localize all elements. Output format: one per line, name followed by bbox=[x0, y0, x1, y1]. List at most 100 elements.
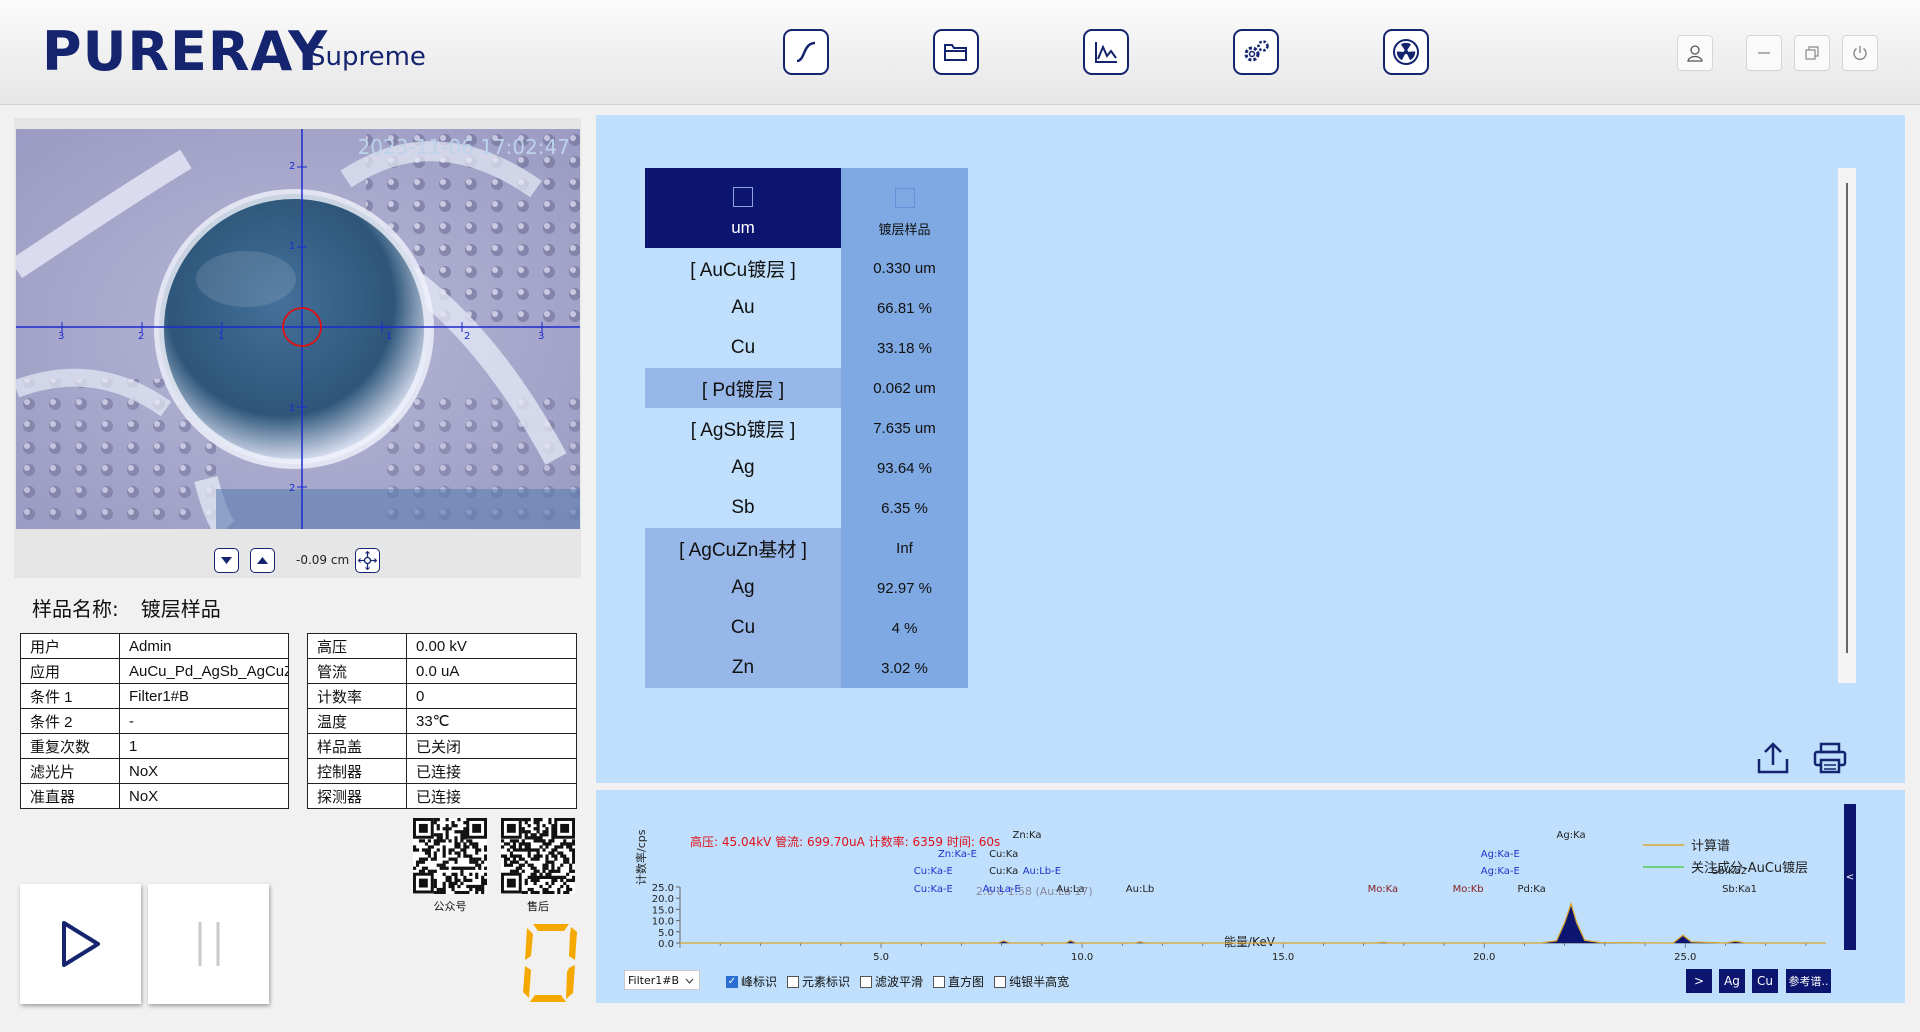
start-button[interactable] bbox=[20, 884, 141, 1004]
info-value: NoX bbox=[119, 758, 289, 784]
results-row[interactable]: [ AgSb镀层 ] 7.635 um bbox=[645, 408, 968, 448]
results-row[interactable]: Zn 3.02 % bbox=[645, 648, 968, 688]
svg-text:2: 2 bbox=[464, 331, 470, 342]
info-key: 用户 bbox=[20, 633, 120, 659]
camera-view[interactable]: 3 2 1 1 2 3 2 1 1 2 2023-11-06 17:02:47 bbox=[16, 129, 580, 529]
radiation-button[interactable] bbox=[1383, 29, 1429, 75]
checked-icon: ✓ bbox=[726, 975, 738, 988]
title-bar: PURERAY Supreme bbox=[0, 0, 1920, 105]
print-button[interactable] bbox=[1812, 741, 1848, 775]
power-button[interactable] bbox=[1842, 35, 1878, 71]
results-value: 92.97 % bbox=[841, 568, 968, 608]
results-row[interactable]: [ AuCu镀层 ] 0.330 um bbox=[645, 248, 968, 288]
option-checkbox[interactable]: 滤波平滑 bbox=[860, 973, 923, 990]
option-checkbox[interactable]: 元素标识 bbox=[787, 973, 850, 990]
info-row: 温度 33℃ bbox=[307, 708, 577, 734]
info-row: 样品盖 已关闭 bbox=[307, 733, 577, 759]
svg-text:1: 1 bbox=[289, 241, 295, 252]
info-value: 0.00 kV bbox=[406, 633, 577, 659]
export-icon bbox=[1757, 742, 1789, 774]
export-button[interactable] bbox=[1756, 741, 1790, 775]
move-up-button[interactable] bbox=[250, 548, 275, 573]
restore-button[interactable] bbox=[1794, 35, 1830, 71]
results-layer-label: Zn bbox=[645, 648, 841, 688]
info-row: 条件 2- bbox=[20, 708, 289, 734]
svg-text:1: 1 bbox=[386, 331, 392, 342]
select-all-checkbox[interactable] bbox=[733, 187, 753, 207]
option-checkbox[interactable]: 直方图 bbox=[933, 973, 984, 990]
user-button[interactable] bbox=[1677, 35, 1713, 71]
results-table: um 镀层样品 [ AuCu镀层 ] 0.330 um Au 66.81 % Cu 33.… bbox=[645, 168, 968, 688]
info-key: 温度 bbox=[307, 708, 407, 734]
info-row: 管流 0.0 uA bbox=[307, 658, 577, 684]
side-collapse-tab[interactable]: < bbox=[1844, 804, 1856, 950]
open-folder-button[interactable] bbox=[933, 29, 979, 75]
qr-image bbox=[413, 818, 488, 895]
filter-select-value: Filter1#B bbox=[628, 973, 680, 987]
results-value: 7.635 um bbox=[841, 408, 968, 448]
spectrum-icon bbox=[1095, 42, 1117, 63]
y-tick-label: 10.0 bbox=[652, 917, 674, 928]
spectrum-chart[interactable]: 计数率/cps 能量/KeV 高压: 45.04kV 管流: 699.70uA … bbox=[596, 790, 1905, 960]
option-checkbox[interactable]: 纯银半高宽 bbox=[994, 973, 1069, 990]
filter-select[interactable]: Filter1#B bbox=[624, 970, 700, 990]
option-label: 直方图 bbox=[948, 975, 985, 989]
info-value: Filter1#B bbox=[119, 683, 289, 709]
info-key: 探测器 bbox=[307, 783, 407, 809]
spectrum-x-label: 能量/KeV bbox=[1224, 935, 1276, 949]
peak-label: Mo:Ka bbox=[1368, 884, 1399, 895]
move-down-button[interactable] bbox=[214, 548, 239, 573]
unchecked-icon bbox=[933, 975, 946, 988]
results-row[interactable]: [ AgCuZn基材 ] Inf bbox=[645, 528, 968, 568]
results-layer-label: Ag bbox=[731, 457, 755, 478]
results-value: 66.81 % bbox=[841, 288, 968, 328]
results-row[interactable]: [ Pd镀层 ] 0.062 um bbox=[645, 368, 968, 408]
restore-icon bbox=[1805, 46, 1819, 60]
legend-label-focus: 关注成分-AuCu镀层 bbox=[1691, 860, 1808, 876]
curve-icon bbox=[796, 41, 816, 63]
print-icon bbox=[1813, 742, 1847, 774]
center-button[interactable] bbox=[355, 548, 380, 573]
info-row: 重复次数 1 bbox=[20, 733, 289, 759]
peak-label: Au:Lb bbox=[1126, 884, 1154, 895]
info-value: 0.0 uA bbox=[406, 658, 577, 684]
y-tick-label: 5.0 bbox=[658, 928, 674, 939]
results-row[interactable]: Cu 4 % bbox=[645, 608, 968, 648]
spectrum-button[interactable] bbox=[1083, 29, 1129, 75]
results-row[interactable]: Sb 6.35 % bbox=[645, 488, 968, 528]
info-value: 已关闭 bbox=[406, 733, 577, 759]
x-tick-label: 5.0 bbox=[873, 952, 889, 960]
results-row[interactable]: Au 66.81 % bbox=[645, 288, 968, 328]
settings-button[interactable] bbox=[1233, 29, 1279, 75]
next-button[interactable]: > bbox=[1686, 969, 1712, 993]
results-row[interactable]: Ag 92.97 % bbox=[645, 568, 968, 608]
sample-checkbox[interactable] bbox=[894, 187, 915, 208]
spectrum-y-label: 计数率/cps bbox=[634, 829, 648, 885]
results-layer-label: Au bbox=[731, 297, 755, 318]
info-key: 控制器 bbox=[307, 758, 407, 784]
cycle-counter: 0 bbox=[521, 922, 579, 1008]
info-key: 高压 bbox=[307, 633, 407, 659]
camera-image: 3 2 1 1 2 3 2 1 1 2 bbox=[16, 129, 580, 529]
sample-name-value: 镀层样品 bbox=[140, 597, 221, 621]
peak-label: Au:La-E bbox=[983, 884, 1021, 895]
ag-reference-button[interactable]: Ag bbox=[1719, 969, 1745, 993]
option-checkbox[interactable]: ✓ 峰标识 bbox=[726, 973, 777, 990]
results-row[interactable]: Cu 33.18 % bbox=[645, 328, 968, 368]
cu-reference-button[interactable]: Cu bbox=[1752, 969, 1778, 993]
unit-label: um bbox=[731, 218, 755, 237]
peak-label: Au:Lb-E bbox=[1023, 866, 1061, 877]
results-scrollbar[interactable] bbox=[1838, 168, 1856, 683]
peak-label: Ag:Ka-E bbox=[1481, 849, 1520, 860]
info-value: 1 bbox=[119, 733, 289, 759]
curve-button[interactable] bbox=[783, 29, 829, 75]
results-row[interactable]: Ag 93.64 % bbox=[645, 448, 968, 488]
pause-button[interactable] bbox=[148, 884, 269, 1004]
reference-spectrum-button[interactable]: 参考谱.. bbox=[1786, 969, 1831, 993]
minimize-icon bbox=[1758, 52, 1770, 54]
crosshair-icon bbox=[358, 551, 377, 570]
minimize-button[interactable] bbox=[1746, 35, 1782, 71]
scrollbar-thumb[interactable] bbox=[1846, 183, 1848, 653]
y-tick-label: 15.0 bbox=[652, 905, 674, 916]
svg-text:1: 1 bbox=[218, 331, 224, 342]
